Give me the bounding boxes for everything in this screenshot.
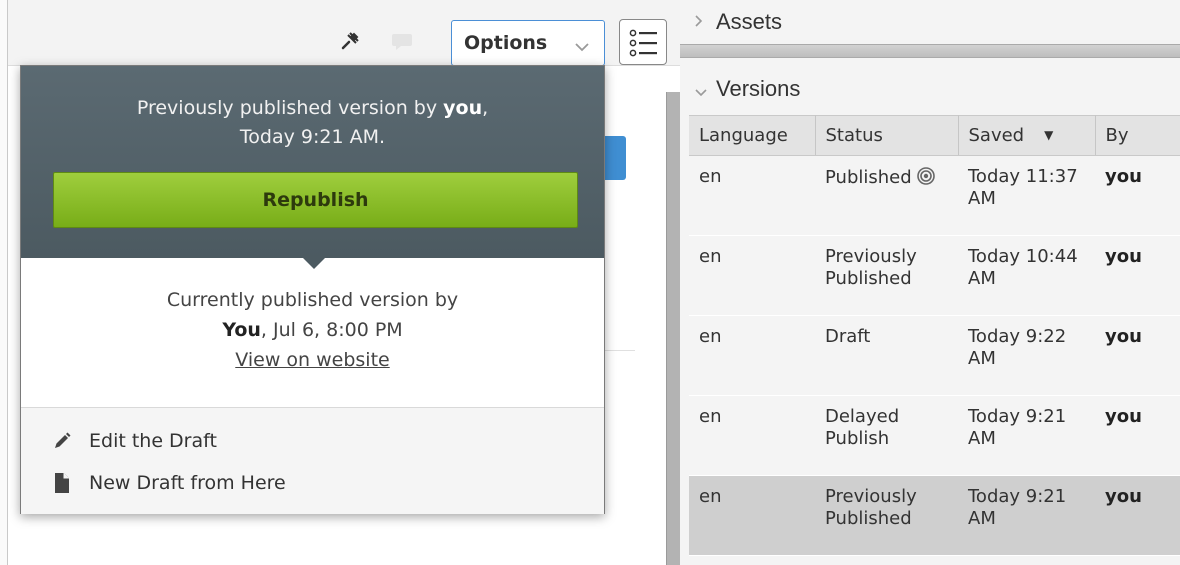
new-draft-menu-item[interactable]: New Draft from Here <box>51 466 286 500</box>
assets-section-header[interactable]: Assets <box>680 0 1180 44</box>
comma: , <box>482 97 489 119</box>
current-prefix: Currently published version by <box>166 289 459 311</box>
cell-saved: Today 9:21 AM <box>968 406 1067 449</box>
content-divider <box>600 350 635 351</box>
cell-status: Previously Published <box>825 486 917 529</box>
status-text: Published <box>825 167 912 188</box>
sort-desc-icon: ▼ <box>1044 128 1054 142</box>
cell-saved: Today 9:21 AM <box>968 486 1067 529</box>
assets-title: Assets <box>716 9 783 34</box>
chevron-right-icon <box>694 13 708 32</box>
chevron-down-icon <box>694 83 708 102</box>
table-row[interactable]: en Delayed Publish Today 9:21 AM you <box>689 395 1180 476</box>
popover-arrow <box>302 257 326 269</box>
current-version-text: Currently published version by You, Jul … <box>21 285 604 375</box>
versions-table: Language Status Saved ▼ By en Published T… <box>689 115 1180 556</box>
cell-saved: Today 9:22 AM <box>968 326 1067 369</box>
column-saved[interactable]: Saved ▼ <box>958 115 1096 156</box>
comment-icon[interactable] <box>391 32 413 52</box>
previous-time: Today 9:21 AM. <box>239 126 386 148</box>
republish-button[interactable]: Republish <box>53 172 578 228</box>
versions-title: Versions <box>716 76 801 101</box>
cell-language: en <box>699 246 722 267</box>
editor-scrollbar[interactable] <box>666 92 680 565</box>
previous-user: you <box>443 97 483 119</box>
chevron-down-icon <box>574 37 590 52</box>
cell-by: you <box>1105 486 1142 507</box>
edit-draft-label: Edit the Draft <box>89 430 217 452</box>
cell-language: en <box>699 406 722 427</box>
versions-section-header[interactable]: Versions <box>680 62 1180 114</box>
table-row[interactable]: en Previously Published Today 10:44 AM y… <box>689 235 1180 316</box>
new-draft-label: New Draft from Here <box>89 472 286 494</box>
popover-menu: Edit the Draft New Draft from Here <box>21 408 604 514</box>
table-header-row: Language Status Saved ▼ By <box>689 115 1180 156</box>
list-icon <box>629 29 657 57</box>
table-row[interactable]: en Published Today 11:37 AM you <box>689 155 1180 236</box>
document-icon <box>51 472 73 494</box>
previous-prefix: Previously published version by <box>136 97 438 119</box>
cell-by: you <box>1105 326 1142 347</box>
cell-by: you <box>1105 246 1142 267</box>
current-user: You <box>222 319 261 341</box>
cell-language: en <box>699 326 722 347</box>
cell-saved: Today 11:37 AM <box>968 166 1078 209</box>
edit-draft-menu-item[interactable]: Edit the Draft <box>51 424 217 458</box>
editor-toolbar: Options <box>0 0 680 66</box>
cell-status: Delayed Publish <box>825 406 900 449</box>
previous-version-text: Previously published version by you, Tod… <box>21 94 604 152</box>
assets-collapsed-bar[interactable] <box>680 44 1180 58</box>
cell-language: en <box>699 486 722 507</box>
pin-icon[interactable] <box>337 28 363 54</box>
current-time: , Jul 6, 8:00 PM <box>260 319 403 341</box>
published-target-icon <box>916 166 936 186</box>
cell-status: Draft <box>825 326 871 347</box>
table-row-selected[interactable]: en Previously Published Today 9:21 AM yo… <box>689 475 1180 556</box>
cell-language: en <box>699 166 722 187</box>
cell-status: Published <box>815 156 958 236</box>
column-status[interactable]: Status <box>815 115 959 156</box>
cell-saved: Today 10:44 AM <box>968 246 1078 289</box>
cell-by: you <box>1105 166 1142 187</box>
column-language[interactable]: Language <box>689 115 816 156</box>
cell-status: Previously Published <box>825 246 917 289</box>
options-popover: Previously published version by you, Tod… <box>20 65 605 514</box>
view-on-website-link[interactable]: View on website <box>235 345 389 375</box>
cell-by: you <box>1105 406 1142 427</box>
table-row[interactable]: en Draft Today 9:22 AM you <box>689 315 1180 396</box>
options-label: Options <box>464 32 548 54</box>
pencil-icon <box>51 430 73 452</box>
column-by[interactable]: By <box>1095 115 1180 156</box>
column-saved-label: Saved <box>968 125 1025 146</box>
versions-panel: Assets Versions Language Status Saved ▼ B… <box>680 0 1180 565</box>
popover-header: Previously published version by you, Tod… <box>21 66 604 258</box>
options-button[interactable]: Options <box>451 20 605 66</box>
list-view-button[interactable] <box>619 19 667 65</box>
editor-left-edge <box>0 0 8 565</box>
